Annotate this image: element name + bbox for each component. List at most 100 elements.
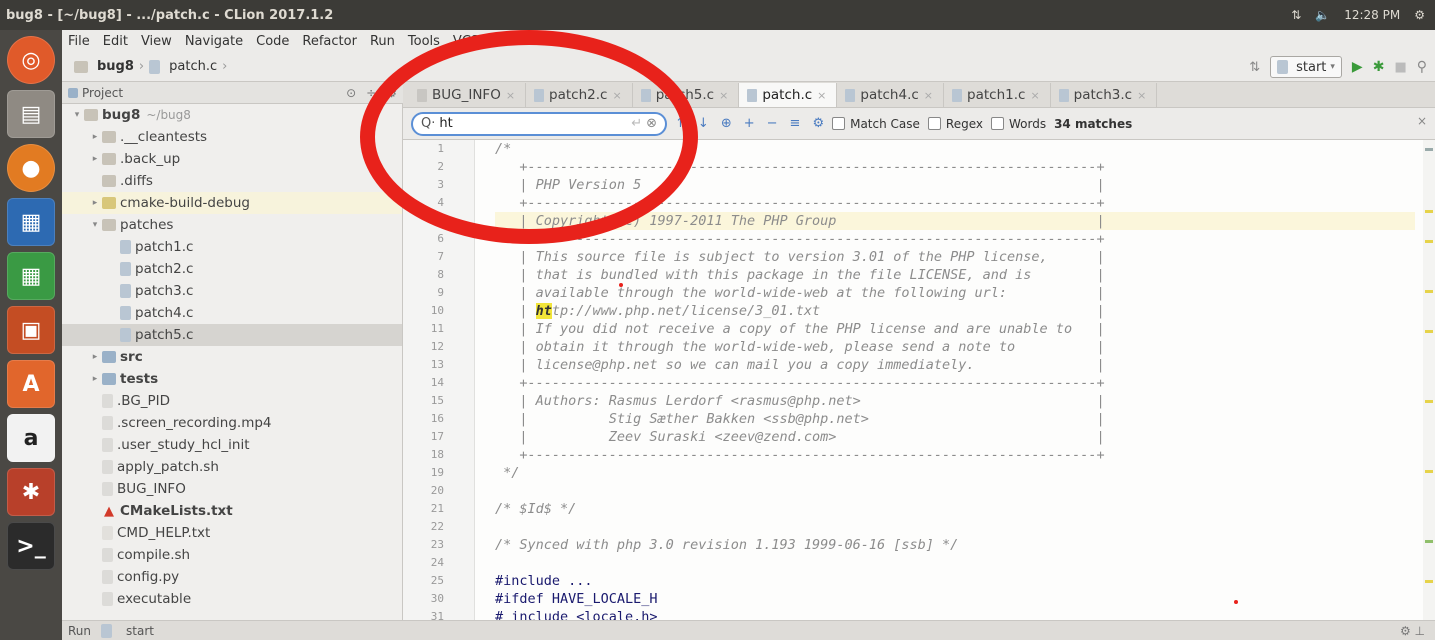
collapse-icon[interactable]: ÷ bbox=[366, 86, 376, 100]
tree-item[interactable]: .user_study_hcl_init bbox=[62, 434, 402, 456]
code-line[interactable]: # include <locale.h> bbox=[495, 608, 1415, 620]
line-number[interactable]: 10 bbox=[403, 302, 474, 320]
line-number[interactable]: 1 bbox=[403, 140, 474, 158]
menu-view[interactable]: View bbox=[141, 34, 172, 49]
code-line[interactable]: +---------------------------------------… bbox=[495, 230, 1415, 248]
code-editor[interactable]: 1 2 3 4 5 6 7 8 9 10 11 12 13 14 15 16 17 18 19 20 21 22 23 24 2… bbox=[403, 140, 1423, 620]
line-number[interactable]: 17 bbox=[403, 428, 474, 446]
stripe-mark[interactable] bbox=[1425, 290, 1433, 293]
line-number[interactable]: 30 bbox=[403, 590, 474, 608]
tree-item[interactable]: apply_patch.sh bbox=[62, 456, 402, 478]
code-line[interactable]: | http://www.php.net/license/3_01.txt | bbox=[495, 302, 1415, 320]
code-line[interactable]: | obtain it through the world-wide-web, … bbox=[495, 338, 1415, 356]
add-selection-icon[interactable]: + bbox=[744, 116, 755, 131]
close-icon[interactable]: × bbox=[719, 89, 728, 102]
close-icon[interactable]: × bbox=[1030, 89, 1039, 102]
files-icon[interactable]: ▤ bbox=[7, 90, 55, 138]
menu-edit[interactable]: Edit bbox=[103, 34, 128, 49]
code-line[interactable]: | If you did not receive a copy of the P… bbox=[495, 320, 1415, 338]
code-line[interactable] bbox=[495, 518, 1415, 536]
close-icon[interactable]: × bbox=[817, 89, 826, 102]
stripe-mark[interactable] bbox=[1425, 540, 1433, 543]
code-line[interactable]: +---------------------------------------… bbox=[495, 158, 1415, 176]
settings-icon[interactable]: ⚙ ⊥ bbox=[1400, 624, 1425, 638]
line-number[interactable]: 13 bbox=[403, 356, 474, 374]
stripe-mark[interactable] bbox=[1425, 330, 1433, 333]
tree-item[interactable]: ▸ cmake-build-debug bbox=[62, 192, 402, 214]
line-number[interactable]: 24 bbox=[403, 554, 474, 572]
close-icon[interactable]: × bbox=[1417, 114, 1427, 128]
tree-item[interactable]: patch4.c bbox=[62, 302, 402, 324]
menu-code[interactable]: Code bbox=[256, 34, 289, 49]
checkbox-box[interactable] bbox=[990, 117, 1004, 130]
tab-patch2-c[interactable]: patch2.c × bbox=[526, 83, 633, 107]
stripe-mark[interactable] bbox=[1425, 580, 1433, 583]
line-number[interactable]: 8 bbox=[403, 266, 474, 284]
writer-icon[interactable]: ▦ bbox=[7, 198, 55, 246]
gear-icon[interactable]: ⚙ bbox=[386, 86, 397, 100]
project-panel-title[interactable]: Project bbox=[82, 86, 123, 100]
line-number[interactable]: 25 bbox=[403, 572, 474, 590]
line-number[interactable]: 21 bbox=[403, 500, 474, 518]
line-number[interactable]: 23 bbox=[403, 536, 474, 554]
stripe-mark[interactable] bbox=[1425, 240, 1433, 243]
tree-item[interactable]: .BG_PID bbox=[62, 390, 402, 412]
code-line[interactable]: +---------------------------------------… bbox=[495, 374, 1415, 392]
remove-selection-icon[interactable]: − bbox=[767, 116, 778, 131]
tree-item[interactable]: compile.sh bbox=[62, 544, 402, 566]
regex-checkbox[interactable]: Regex bbox=[927, 117, 983, 131]
clear-icon[interactable]: ⊗ bbox=[646, 116, 657, 131]
line-number[interactable]: 6 bbox=[403, 230, 474, 248]
line-number[interactable]: 11 bbox=[403, 320, 474, 338]
stripe-mark[interactable] bbox=[1425, 210, 1433, 213]
debug-icon[interactable]: ✱ bbox=[1373, 59, 1385, 75]
code-line[interactable]: /* bbox=[495, 140, 1415, 158]
close-icon[interactable]: × bbox=[924, 89, 933, 102]
close-icon[interactable]: × bbox=[1137, 89, 1146, 102]
next-occurrence-icon[interactable]: ↓ bbox=[698, 116, 709, 131]
expand-arrow-icon[interactable]: ▸ bbox=[88, 198, 102, 208]
code-line[interactable]: | PHP Version 5 | bbox=[495, 176, 1415, 194]
code-line[interactable]: /* $Id$ */ bbox=[495, 500, 1415, 518]
line-number[interactable]: 15 bbox=[403, 392, 474, 410]
line-number[interactable]: 22 bbox=[403, 518, 474, 536]
find-all-icon[interactable]: ⊕ bbox=[721, 116, 732, 131]
tree-item[interactable]: patch2.c bbox=[62, 258, 402, 280]
code-line[interactable]: | Authors: Rasmus Lerdorf <rasmus@php.ne… bbox=[495, 392, 1415, 410]
stripe-mark[interactable] bbox=[1425, 148, 1433, 151]
words-checkbox[interactable]: Words bbox=[990, 117, 1046, 131]
code-line[interactable]: | license@php.net so we can mail you a c… bbox=[495, 356, 1415, 374]
tab-patch1-c[interactable]: patch1.c × bbox=[944, 83, 1051, 107]
tree-item[interactable]: .screen_recording.mp4 bbox=[62, 412, 402, 434]
line-number[interactable]: 12 bbox=[403, 338, 474, 356]
expand-arrow-icon[interactable]: ▾ bbox=[88, 220, 102, 230]
menu-tools[interactable]: Tools bbox=[408, 34, 440, 49]
tree-item[interactable]: ▾ patches bbox=[62, 214, 402, 236]
line-number[interactable]: 2 bbox=[403, 158, 474, 176]
sort-icon[interactable]: ⇅ bbox=[1249, 60, 1260, 75]
select-all-icon[interactable]: ≡ bbox=[790, 116, 801, 131]
stripe-mark[interactable] bbox=[1425, 470, 1433, 473]
network-icon[interactable]: ⇅ bbox=[1291, 8, 1301, 22]
search-field[interactable]: Q· ht ↵ ⊗ bbox=[411, 111, 667, 136]
checkbox-box[interactable] bbox=[832, 117, 846, 130]
tree-item[interactable]: BUG_INFO bbox=[62, 478, 402, 500]
code-line[interactable]: | Stig Sæther Bakken <ssb@php.net> | bbox=[495, 410, 1415, 428]
clock[interactable]: 12:28 PM bbox=[1344, 8, 1400, 22]
code-line[interactable]: | available through the world-wide-web a… bbox=[495, 284, 1415, 302]
ubuntu-icon[interactable]: ◎ bbox=[7, 36, 55, 84]
menu-navigate[interactable]: Navigate bbox=[185, 34, 243, 49]
tree-item[interactable]: CMD_HELP.txt bbox=[62, 522, 402, 544]
code-line[interactable]: */ bbox=[495, 464, 1415, 482]
amazon-icon[interactable]: a bbox=[7, 414, 55, 462]
tree-item[interactable]: patch1.c bbox=[62, 236, 402, 258]
run-tool-label[interactable]: Run bbox=[68, 624, 91, 638]
tree-item[interactable]: patch5.c bbox=[62, 324, 402, 346]
software-center-icon[interactable]: A bbox=[7, 360, 55, 408]
terminal-icon[interactable]: >_ bbox=[7, 522, 55, 570]
line-number[interactable]: 3 bbox=[403, 176, 474, 194]
line-number[interactable]: 19 bbox=[403, 464, 474, 482]
search-icon[interactable]: Q· bbox=[421, 116, 435, 131]
tree-item[interactable]: ▾ bug8 ~/bug8 bbox=[62, 104, 402, 126]
code-line[interactable] bbox=[495, 482, 1415, 500]
